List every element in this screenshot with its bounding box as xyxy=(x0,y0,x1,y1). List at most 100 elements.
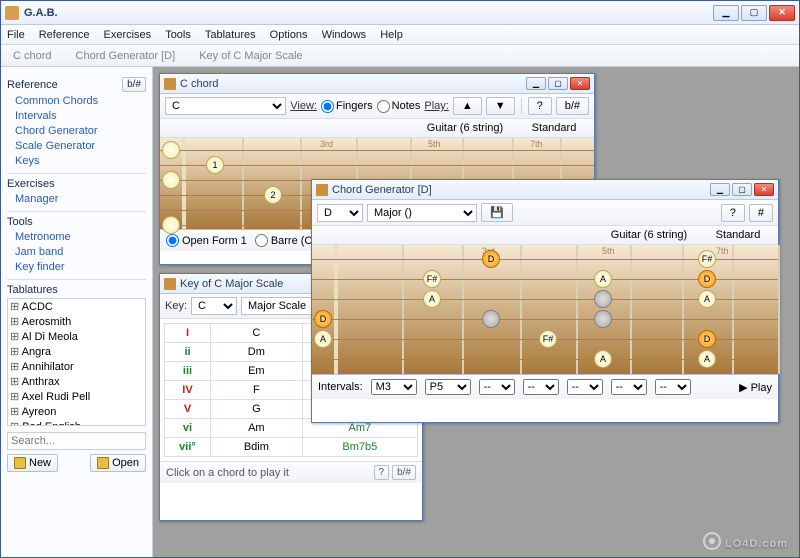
help-button[interactable]: ? xyxy=(528,97,552,115)
degree-cell: vii° xyxy=(165,438,211,457)
menu-help[interactable]: Help xyxy=(380,29,403,41)
root-select[interactable]: C xyxy=(165,97,286,115)
maximize-button[interactable]: ▢ xyxy=(741,5,767,21)
link-metronome[interactable]: Metronome xyxy=(15,231,146,243)
titlebar[interactable]: G.A.B. ▁ ▢ ✕ xyxy=(1,1,799,25)
key-select[interactable]: C xyxy=(191,297,237,315)
play-up-button[interactable]: ▲ xyxy=(453,97,482,115)
link-jam-band[interactable]: Jam band xyxy=(15,246,146,258)
tab-cchord[interactable]: C chord xyxy=(13,50,52,62)
tools-heading: Tools xyxy=(7,216,33,228)
note-marker: A xyxy=(423,290,441,308)
interval-select-4[interactable]: -- xyxy=(523,379,559,395)
barre-radio[interactable] xyxy=(255,234,268,247)
note-marker: A xyxy=(698,290,716,308)
menu-exercises[interactable]: Exercises xyxy=(104,29,152,41)
minimize-button[interactable]: ▁ xyxy=(713,5,739,21)
tree-node[interactable]: ACDC xyxy=(8,299,145,314)
tab-chordgen[interactable]: Chord Generator [D] xyxy=(76,50,176,62)
chord-cell[interactable]: Em xyxy=(211,362,303,381)
link-intervals[interactable]: Intervals xyxy=(15,110,146,122)
link-key-finder[interactable]: Key finder xyxy=(15,261,146,273)
help-button[interactable]: ? xyxy=(374,465,390,480)
fingers-radio[interactable] xyxy=(321,100,334,113)
menu-reference[interactable]: Reference xyxy=(39,29,90,41)
tree-node[interactable]: Anthrax xyxy=(8,374,145,389)
chord-cell[interactable]: Bdim xyxy=(211,438,303,457)
tuning-button[interactable]: Standard xyxy=(519,122,589,134)
maximize-button[interactable]: ▢ xyxy=(548,77,568,90)
root-select[interactable]: D xyxy=(317,204,363,222)
close-button[interactable]: ✕ xyxy=(570,77,590,90)
open-button[interactable]: Open xyxy=(90,454,146,472)
chord-cell[interactable]: C xyxy=(211,324,303,343)
note-marker: F# xyxy=(698,250,716,268)
generator-icon xyxy=(316,184,328,196)
tab-keyscale[interactable]: Key of C Major Scale xyxy=(199,50,302,62)
chord-cell[interactable]: Bm7b5 xyxy=(302,438,417,457)
app-title: G.A.B. xyxy=(24,7,713,19)
maximize-button[interactable]: ▢ xyxy=(732,183,752,196)
flat-sharp-toggle[interactable]: b/# xyxy=(556,97,589,115)
instrument-button[interactable]: Guitar (6 string) xyxy=(599,229,699,241)
flat-sharp-toggle[interactable]: b/# xyxy=(122,77,146,92)
play-down-button[interactable]: ▼ xyxy=(486,97,515,115)
interval-select-6[interactable]: -- xyxy=(611,379,647,395)
minimize-button[interactable]: ▁ xyxy=(526,77,546,90)
interval-select-5[interactable]: -- xyxy=(567,379,603,395)
degree-cell: V xyxy=(165,400,211,419)
fret-marker: 2 xyxy=(264,186,282,204)
interval-select-3[interactable]: -- xyxy=(479,379,515,395)
mdi-area: C chord ▁ ▢ ✕ C View: Fingers Notes Play… xyxy=(153,67,799,557)
tree-node[interactable]: Al Di Meola xyxy=(8,329,145,344)
folder-icon xyxy=(97,457,109,469)
intervals-label: Intervals: xyxy=(318,381,363,393)
close-button[interactable]: ✕ xyxy=(754,183,774,196)
tree-node[interactable]: Angra xyxy=(8,344,145,359)
minimize-button[interactable]: ▁ xyxy=(710,183,730,196)
artist-tree[interactable]: ACDC Aerosmith Al Di Meola Angra Annihil… xyxy=(7,298,146,426)
notes-radio[interactable] xyxy=(377,100,390,113)
menu-tools[interactable]: Tools xyxy=(165,29,191,41)
interval-select-2[interactable]: P5 xyxy=(425,379,471,395)
interval-select-1[interactable]: M3 xyxy=(371,379,417,395)
menu-options[interactable]: Options xyxy=(270,29,308,41)
key-label: Key: xyxy=(165,300,187,312)
instrument-button[interactable]: Guitar (6 string) xyxy=(415,122,515,134)
tuning-button[interactable]: Standard xyxy=(703,229,773,241)
link-common-chords[interactable]: Common Chords xyxy=(15,95,146,107)
open-string-marker xyxy=(162,171,180,189)
tree-node[interactable]: Annihilator xyxy=(8,359,145,374)
close-button[interactable]: ✕ xyxy=(769,5,795,21)
save-button[interactable]: 💾 xyxy=(481,203,513,222)
search-input[interactable] xyxy=(7,432,146,450)
tree-node[interactable]: Aerosmith xyxy=(8,314,145,329)
main-window: G.A.B. ▁ ▢ ✕ File Reference Exercises To… xyxy=(0,0,800,558)
quality-select[interactable]: Major () xyxy=(367,204,477,222)
help-button[interactable]: ? xyxy=(721,204,745,222)
play-button[interactable]: ▶ Play xyxy=(739,381,772,394)
link-manager[interactable]: Manager xyxy=(15,193,146,205)
flat-sharp-toggle[interactable]: b/# xyxy=(392,465,416,480)
degree-cell: vi xyxy=(165,419,211,438)
tree-node[interactable]: Ayreon xyxy=(8,404,145,419)
note-marker: D xyxy=(482,250,500,268)
interval-select-7[interactable]: -- xyxy=(655,379,691,395)
chord-cell[interactable]: F xyxy=(211,381,303,400)
tree-node[interactable]: Axel Rudi Pell xyxy=(8,389,145,404)
menu-windows[interactable]: Windows xyxy=(322,29,367,41)
link-keys[interactable]: Keys xyxy=(15,155,146,167)
open-form-radio[interactable] xyxy=(166,234,179,247)
chordgen-window[interactable]: Chord Generator [D] ▁ ▢ ✕ D Major () 💾 ?… xyxy=(311,179,779,423)
chord-cell[interactable]: G xyxy=(211,400,303,419)
menu-file[interactable]: File xyxy=(7,29,25,41)
menu-tablatures[interactable]: Tablatures xyxy=(205,29,256,41)
chord-cell[interactable]: Am xyxy=(211,419,303,438)
tree-node[interactable]: Bad English xyxy=(8,419,145,426)
link-scale-generator[interactable]: Scale Generator xyxy=(15,140,146,152)
fretboard[interactable]: 3rd 5th 7th DAF#ADF#AAF#DADA xyxy=(312,245,778,375)
new-button[interactable]: New xyxy=(7,454,58,472)
link-chord-generator[interactable]: Chord Generator xyxy=(15,125,146,137)
sharp-toggle[interactable]: # xyxy=(749,204,773,222)
chord-cell[interactable]: Dm xyxy=(211,343,303,362)
